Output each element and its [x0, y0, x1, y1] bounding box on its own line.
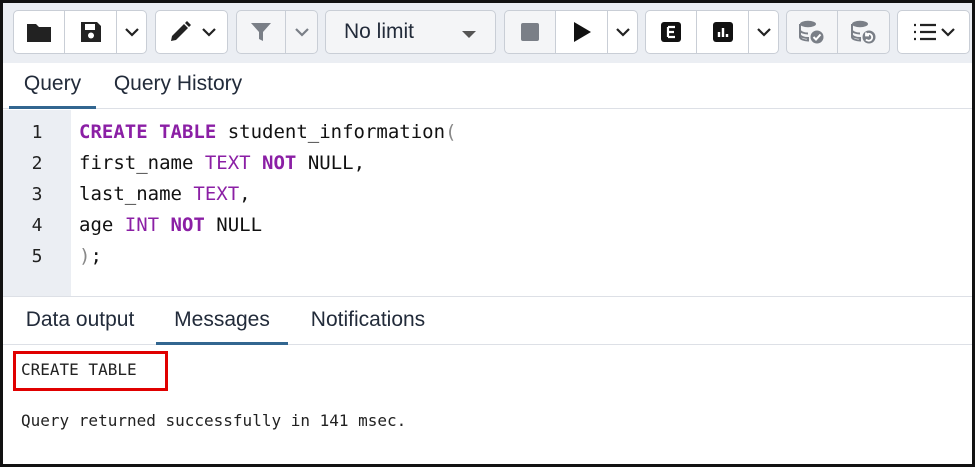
- edit-menu-button[interactable]: [155, 10, 228, 54]
- chevron-down-icon: [756, 28, 771, 37]
- stop-button[interactable]: [504, 10, 556, 54]
- sql-punctuation: ;: [90, 245, 102, 267]
- sql-identifier: NULL: [204, 214, 263, 236]
- filter-icon: [251, 23, 271, 41]
- filter-button[interactable]: [236, 10, 286, 54]
- sql-keyword: CREATE TABLE: [79, 121, 217, 143]
- macros-menu-button[interactable]: [897, 10, 970, 54]
- sql-punctuation: (: [445, 121, 457, 143]
- save-dropdown-button[interactable]: [117, 10, 147, 54]
- sql-identifier: NULL,: [296, 152, 366, 174]
- database-commit-icon: [799, 20, 824, 44]
- commit-button[interactable]: [786, 10, 838, 54]
- chevron-down-icon: [201, 28, 216, 37]
- messages-panel: CREATE TABLE Query returned successfully…: [3, 345, 972, 464]
- rollback-button[interactable]: [838, 10, 890, 54]
- tab-data-output[interactable]: Data output: [9, 297, 151, 345]
- tab-messages[interactable]: Messages: [156, 297, 288, 345]
- code-line: last_name TEXT,: [79, 183, 251, 205]
- sql-identifier: student_information: [216, 121, 446, 143]
- explain-button[interactable]: [645, 10, 697, 54]
- sql-punctuation: ,: [239, 183, 251, 205]
- query-tool-window: No limit Query Query History 1 2 3 4 5 C…: [0, 0, 975, 467]
- explain-icon: [661, 22, 681, 42]
- tab-notifications[interactable]: Notifications: [293, 297, 443, 345]
- database-rollback-icon: [850, 20, 875, 44]
- code-line: );: [79, 245, 102, 267]
- explain-dropdown-button[interactable]: [749, 10, 779, 54]
- execute-button[interactable]: [556, 10, 608, 54]
- sql-punctuation: ): [79, 245, 91, 267]
- status-message: Query returned successfully in 141 msec.: [21, 411, 407, 430]
- play-icon: [573, 22, 591, 42]
- list-icon: [913, 23, 936, 41]
- sql-keyword: NOT: [250, 152, 297, 174]
- result-message: CREATE TABLE: [21, 360, 137, 379]
- analyze-chart-icon: [712, 22, 733, 42]
- chevron-down-icon: [294, 28, 309, 37]
- chevron-down-icon: [940, 28, 955, 37]
- code-line: age INT NOT NULL: [79, 214, 262, 236]
- code-line: CREATE TABLE student_information(: [79, 121, 457, 143]
- filter-dropdown-button[interactable]: [286, 10, 318, 54]
- line-number: 5: [31, 246, 43, 267]
- sql-type: TEXT: [204, 152, 251, 174]
- code-line: first_name TEXT NOT NULL,: [79, 152, 365, 174]
- sql-keyword: NOT: [159, 214, 205, 236]
- sql-identifier: age: [79, 214, 125, 236]
- row-limit-select[interactable]: No limit: [325, 10, 496, 54]
- sql-type: INT: [124, 214, 160, 236]
- save-icon: [80, 22, 101, 42]
- save-file-button[interactable]: [65, 10, 117, 54]
- line-number: 2: [31, 153, 43, 174]
- output-tabs: Data output Messages Notifications: [3, 296, 972, 345]
- execute-dropdown-button[interactable]: [608, 10, 638, 54]
- row-limit-value: No limit: [344, 20, 415, 43]
- stop-icon: [521, 23, 539, 41]
- open-file-button[interactable]: [13, 10, 65, 54]
- line-number: 4: [31, 215, 43, 236]
- line-number: 3: [31, 184, 43, 205]
- line-number-gutter: 1 2 3 4 5: [3, 110, 71, 296]
- toolbar: No limit: [3, 3, 972, 63]
- sql-identifier: first_name: [79, 152, 205, 174]
- sql-editor[interactable]: 1 2 3 4 5 CREATE TABLE student_informati…: [3, 110, 972, 296]
- caret-down-icon: [462, 31, 476, 38]
- sql-identifier: last_name: [79, 183, 194, 205]
- tab-query[interactable]: Query: [9, 63, 96, 109]
- chevron-down-icon: [124, 28, 139, 37]
- explain-analyze-button[interactable]: [697, 10, 749, 54]
- chevron-down-icon: [615, 28, 630, 37]
- sql-type: TEXT: [193, 183, 240, 205]
- folder-icon: [27, 24, 51, 42]
- line-number: 1: [31, 122, 43, 143]
- tab-query-history[interactable]: Query History: [103, 63, 253, 109]
- query-tabs: Query Query History: [3, 63, 972, 109]
- pen-icon: [170, 21, 191, 41]
